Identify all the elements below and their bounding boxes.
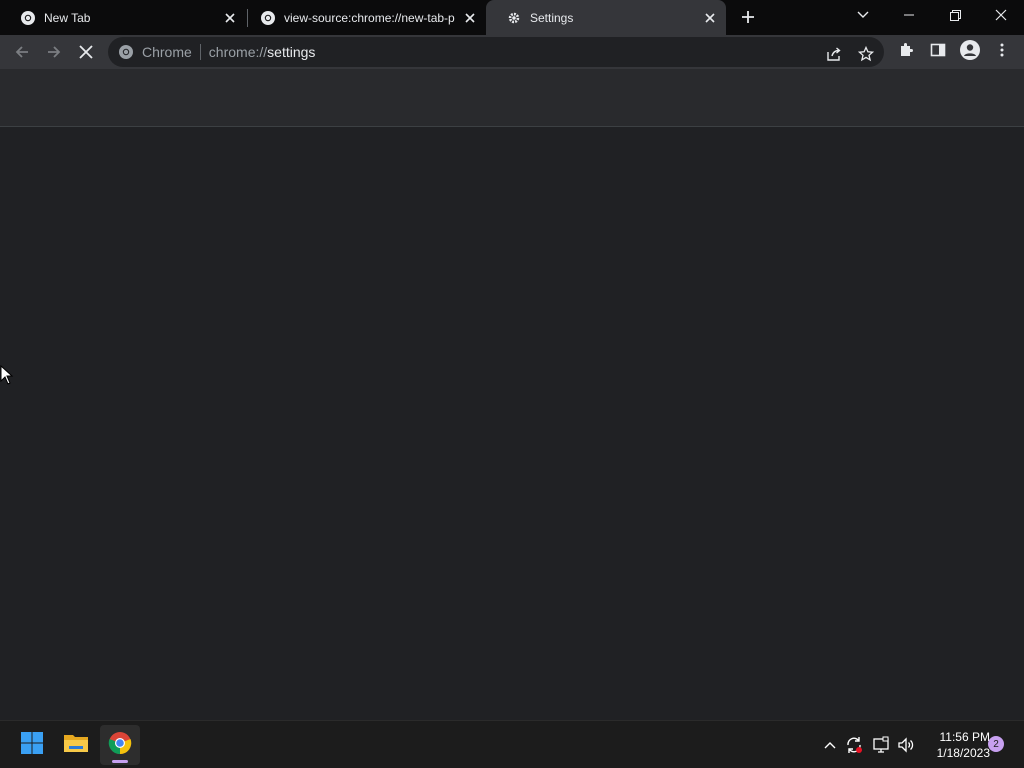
- close-tab-icon[interactable]: [702, 10, 718, 26]
- taskbar-clock[interactable]: 11:56 PM 1/18/2023: [918, 729, 990, 761]
- tab-title: Settings: [530, 10, 574, 25]
- new-tab-button[interactable]: [738, 7, 758, 27]
- network-icon[interactable]: [871, 735, 891, 755]
- extensions-button[interactable]: [892, 38, 920, 66]
- chevron-down-icon: [857, 6, 869, 24]
- chrome-icon: [108, 731, 132, 760]
- restore-button[interactable]: [932, 0, 978, 30]
- back-button[interactable]: [8, 38, 36, 66]
- file-explorer-button[interactable]: [56, 725, 96, 765]
- close-tab-icon[interactable]: [462, 10, 478, 26]
- show-hidden-icons-button[interactable]: [820, 735, 840, 755]
- forward-button[interactable]: [40, 38, 68, 66]
- omnibox-divider: [199, 44, 201, 60]
- chrome-icon: [260, 10, 276, 26]
- chevron-up-icon: [824, 736, 836, 754]
- windows-taskbar: 11:56 PM 1/18/2023: [0, 720, 1024, 768]
- chrome-icon: [20, 10, 36, 26]
- windows-logo-icon: [20, 731, 44, 760]
- side-panel-button[interactable]: [924, 38, 952, 66]
- share-icon[interactable]: [824, 44, 844, 64]
- site-chip-label: Chrome: [142, 44, 192, 60]
- tab-search-button[interactable]: [840, 0, 886, 30]
- tab-new-tab[interactable]: New Tab: [0, 0, 246, 35]
- kebab-menu-icon: [1000, 43, 1004, 62]
- chrome-taskbar-button[interactable]: [100, 725, 140, 765]
- folder-icon: [63, 732, 89, 759]
- menu-button[interactable]: [988, 38, 1016, 66]
- volume-icon[interactable]: [896, 735, 916, 755]
- url-scheme: chrome://: [208, 44, 268, 60]
- chrome-icon: [118, 44, 134, 60]
- close-window-button[interactable]: [978, 0, 1024, 30]
- url-host: settings: [267, 44, 316, 60]
- profile-button[interactable]: [956, 38, 984, 66]
- sync-icon[interactable]: [844, 735, 864, 755]
- side-panel-icon: [930, 42, 946, 63]
- bookmark-star-icon[interactable]: [856, 44, 876, 64]
- clock-time: 11:56 PM: [939, 730, 990, 744]
- clock-date: 1/18/2023: [936, 746, 990, 760]
- close-tab-icon[interactable]: [222, 10, 238, 26]
- puzzle-icon: [898, 42, 914, 63]
- mouse-cursor-icon: [0, 364, 14, 385]
- profile-icon: [960, 39, 980, 65]
- stop-loading-button[interactable]: [72, 38, 100, 66]
- tab-title: view-source:chrome://new-tab-p: [284, 10, 455, 25]
- address-bar[interactable]: Chrome chrome://settings: [108, 37, 884, 67]
- tab-title: New Tab: [44, 10, 91, 25]
- tab-view-source[interactable]: view-source:chrome://new-tab-p: [240, 0, 486, 35]
- page-content: [0, 127, 1024, 720]
- browser-toolbar: Chrome chrome://settings: [0, 35, 1024, 69]
- gear-icon: [506, 10, 522, 26]
- notification-badge[interactable]: 2: [988, 736, 1004, 752]
- active-app-indicator: [112, 760, 128, 763]
- minimize-button[interactable]: [886, 0, 932, 30]
- settings-header-bar: [0, 69, 1024, 127]
- start-button[interactable]: [12, 725, 52, 765]
- tab-strip: New Tab view-source:chrome://new-tab-p S…: [0, 0, 1024, 35]
- tab-settings[interactable]: Settings: [486, 0, 726, 35]
